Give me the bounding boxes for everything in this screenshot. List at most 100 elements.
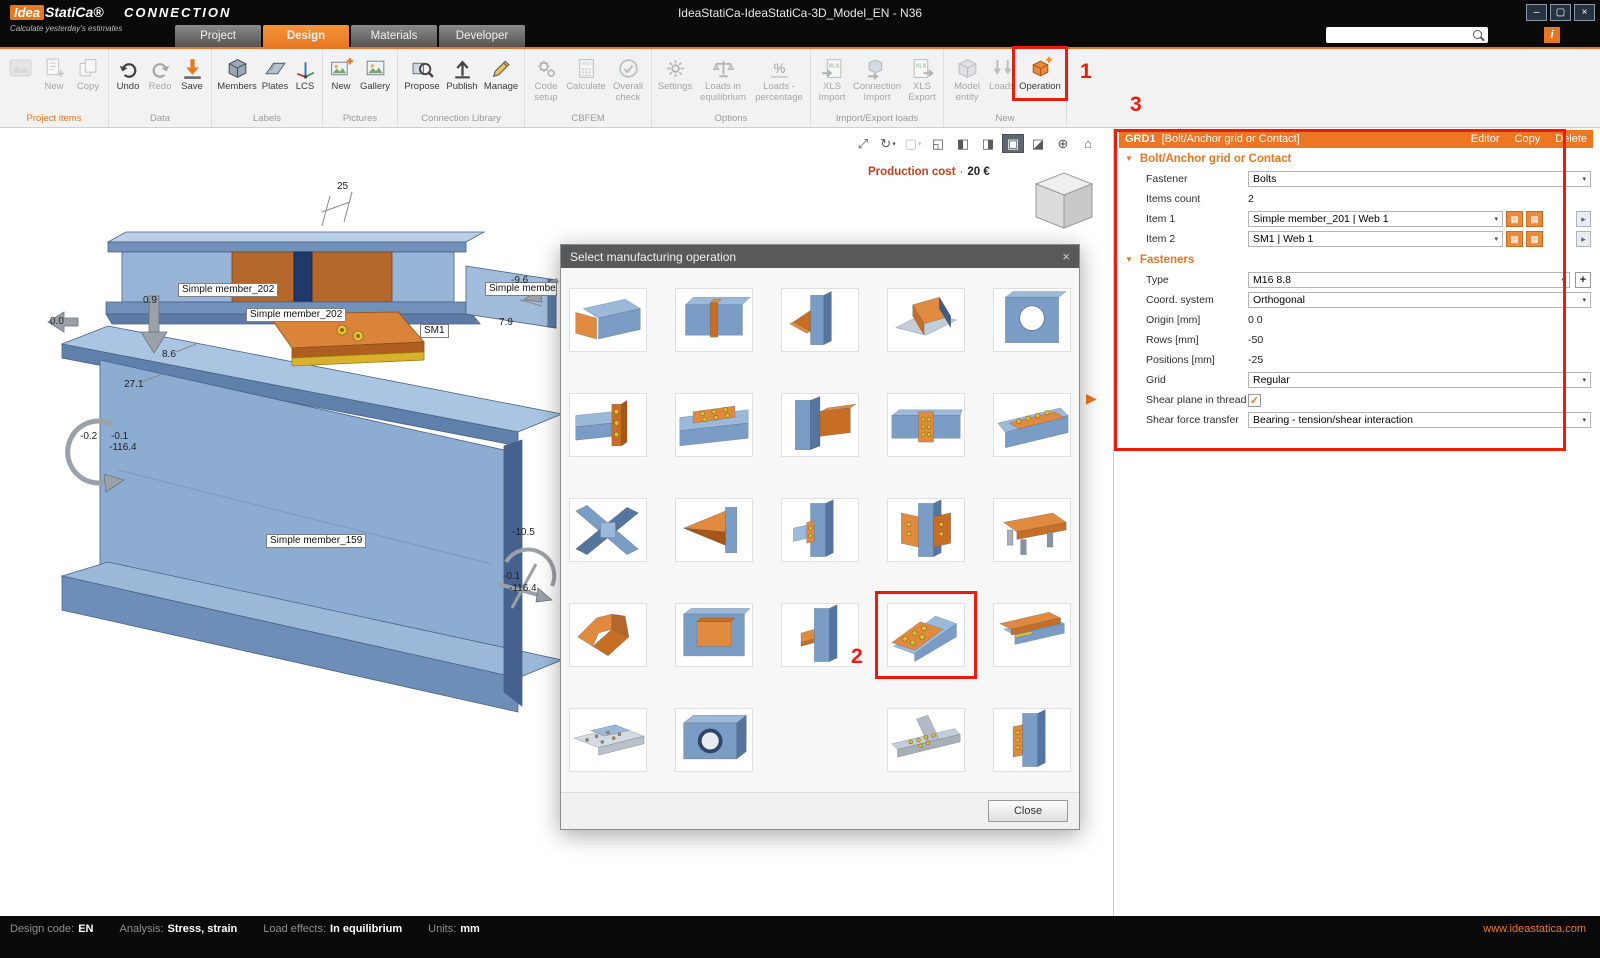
operation-cell-op-cut-end[interactable] xyxy=(569,288,647,352)
operation-cell-op-layered-plate[interactable] xyxy=(993,603,1071,667)
close-button[interactable]: × xyxy=(1574,4,1595,21)
operation-cell-op-end-recess[interactable] xyxy=(675,288,753,352)
tab-materials[interactable]: Materials xyxy=(351,25,437,47)
item-select-arrow-button[interactable]: ▸ xyxy=(1576,211,1591,227)
section-box-icon[interactable]: ▢▾ xyxy=(902,134,924,153)
ribbon-button-picture-new[interactable]: New xyxy=(326,51,356,96)
home-view-icon[interactable]: ⌂ xyxy=(1077,134,1099,153)
member-label[interactable]: Simple member_159 xyxy=(266,534,366,548)
member-editor-button[interactable]: ▦ xyxy=(1506,211,1523,227)
member-editor-button[interactable]: ▦ xyxy=(1506,231,1523,247)
ribbon-button-settings[interactable]: Settings xyxy=(655,51,695,96)
operation-cell-op-wedge-cut[interactable] xyxy=(887,288,965,352)
section-header-bolt-anchor-grid-or-contact[interactable]: ▼Bolt/Anchor grid or Contact xyxy=(1119,148,1593,169)
view-iso-icon[interactable]: ▣ xyxy=(1002,134,1024,153)
ribbon-button-model-entity[interactable]: Model entity xyxy=(947,51,987,106)
operation-cell-op-base-table[interactable] xyxy=(993,498,1071,562)
member-picker-button[interactable]: ▦ xyxy=(1526,231,1543,247)
tab-design[interactable]: Design xyxy=(263,25,349,47)
positions-mm-value[interactable]: -25 xyxy=(1248,354,1263,366)
operation-cell-highlighted[interactable] xyxy=(887,603,965,667)
dialog-close-button[interactable]: Close xyxy=(988,800,1068,822)
operation-cell-op-end-plate[interactable] xyxy=(569,393,647,457)
ribbon-button-gallery[interactable]: Gallery xyxy=(356,51,394,96)
ribbon-button-operation[interactable]: Operation xyxy=(1017,51,1063,96)
ribbon-button-template-preview[interactable] xyxy=(3,51,37,85)
ribbon-button-manage[interactable]: Manage xyxy=(481,51,521,96)
grid-select[interactable]: Regular▾ xyxy=(1248,372,1591,388)
navigation-cube[interactable] xyxy=(1028,168,1100,236)
ribbon-button-members[interactable]: Members xyxy=(215,51,259,96)
dialog-header[interactable]: Select manufacturing operation × xyxy=(561,245,1079,268)
shear-plane-in-thread-checkbox[interactable]: ✓ xyxy=(1248,394,1261,407)
items-count-value[interactable]: 2 xyxy=(1248,193,1254,205)
operation-cell-op-moment-connection[interactable] xyxy=(781,393,859,457)
rotate-view-icon[interactable]: ↻▾ xyxy=(877,134,899,153)
operation-cell-op-column-plates[interactable] xyxy=(887,498,965,562)
view-front-icon[interactable]: ◧ xyxy=(952,134,974,153)
ribbon-button-overall-check[interactable]: Overall check xyxy=(608,51,648,106)
fit-view-icon[interactable]: ⤢ xyxy=(852,134,874,153)
ribbon-button-xls-export[interactable]: XLSXLS Export xyxy=(904,51,940,106)
ribbon-button-lcs[interactable]: LCS xyxy=(291,51,319,96)
operation-cell-op-brace-gusset[interactable] xyxy=(569,498,647,562)
operation-cell-op-round-opening[interactable] xyxy=(675,708,753,772)
member-label[interactable]: Simple member_202 xyxy=(178,283,278,297)
maximize-button[interactable]: ▢ xyxy=(1550,4,1571,21)
ribbon-button-connection-import[interactable]: Connection Import xyxy=(850,51,904,106)
workplane-icon[interactable]: ⊕ xyxy=(1052,134,1074,153)
operation-cell-op-cleat[interactable] xyxy=(781,498,859,562)
dialog-close-icon[interactable]: × xyxy=(1062,250,1070,263)
ribbon-button-loads[interactable]: Loads xyxy=(987,51,1017,96)
view-top-icon[interactable]: ◱ xyxy=(927,134,949,153)
operation-cell-op-seat[interactable] xyxy=(781,603,859,667)
item-select-arrow-button[interactable]: ▸ xyxy=(1576,231,1591,247)
add-fastener-button[interactable]: + xyxy=(1575,272,1591,288)
item-1-select[interactable]: Simple member_201 | Web 1▾ xyxy=(1248,211,1503,227)
info-button[interactable]: i xyxy=(1544,27,1560,43)
panel-action-copy[interactable]: Copy xyxy=(1515,133,1541,145)
operation-cell-op-rib[interactable] xyxy=(781,288,859,352)
operation-cell-op-stiffening-plate[interactable] xyxy=(675,603,753,667)
view-back-icon[interactable]: ◪ xyxy=(1027,134,1049,153)
ribbon-button-project-item-new[interactable]: New xyxy=(37,51,71,96)
member-picker-button[interactable]: ▦ xyxy=(1526,211,1543,227)
panel-expander-icon[interactable]: ▶ xyxy=(1086,390,1097,407)
ribbon-button-calculate[interactable]: Calculate xyxy=(564,51,608,96)
shear-force-transfer-select[interactable]: Bearing - tension/shear interaction▾ xyxy=(1248,412,1591,428)
operation-cell-op-bend[interactable] xyxy=(569,603,647,667)
operation-cell-op-opening-plate[interactable] xyxy=(993,288,1071,352)
item-2-select[interactable]: SM1 | Web 1▾ xyxy=(1248,231,1503,247)
minimize-button[interactable]: – xyxy=(1526,4,1547,21)
rows-mm-value[interactable]: -50 xyxy=(1248,334,1263,346)
ribbon-button-xls-import[interactable]: XLSXLS Import xyxy=(814,51,850,106)
ribbon-button-project-item-copy[interactable]: Copy xyxy=(71,51,105,96)
member-label[interactable]: Simple member_202 xyxy=(246,308,346,322)
ribbon-button-loads-in-equilibrium[interactable]: Loads in equilibrium xyxy=(695,51,751,106)
search-input[interactable] xyxy=(1326,29,1472,42)
search-icon[interactable] xyxy=(1472,29,1485,42)
ribbon-button-propose[interactable]: Propose xyxy=(401,51,443,96)
ribbon-button-save[interactable]: Save xyxy=(176,51,208,96)
operation-cell-op-anchor-grid[interactable] xyxy=(569,708,647,772)
view-side-icon[interactable]: ◨ xyxy=(977,134,999,153)
ribbon-button-redo[interactable]: Redo xyxy=(144,51,176,96)
operation-cell-op-cone-gusset[interactable] xyxy=(675,498,753,562)
coord-system-select[interactable]: Orthogonal▾ xyxy=(1248,292,1591,308)
panel-action-delete[interactable]: Delete xyxy=(1555,133,1587,145)
type-select[interactable]: M16 8.8▾ xyxy=(1248,272,1570,288)
operation-cell-op-web-splice[interactable] xyxy=(887,393,965,457)
ribbon-button-plates[interactable]: Plates xyxy=(259,51,291,96)
fastener-select[interactable]: Bolts▾ xyxy=(1248,171,1591,187)
ribbon-button-publish[interactable]: Publish xyxy=(443,51,481,96)
operation-cell-op-flange-splice[interactable] xyxy=(675,393,753,457)
ribbon-button-code-setup[interactable]: Code setup xyxy=(528,51,564,106)
website-link[interactable]: www.ideastatica.com xyxy=(1483,923,1586,935)
origin-mm-value[interactable]: 0 0 xyxy=(1248,314,1263,326)
section-header-fasteners[interactable]: ▼Fasteners xyxy=(1119,249,1593,270)
panel-action-editor[interactable]: Editor xyxy=(1471,133,1500,145)
operation-cell-op-plate-strip[interactable] xyxy=(993,708,1071,772)
operation-cell-op-truss-bolts[interactable] xyxy=(887,708,965,772)
ribbon-button-loads-percentage[interactable]: %Loads - percentage xyxy=(751,51,807,106)
member-label[interactable]: SM1 xyxy=(420,324,449,338)
